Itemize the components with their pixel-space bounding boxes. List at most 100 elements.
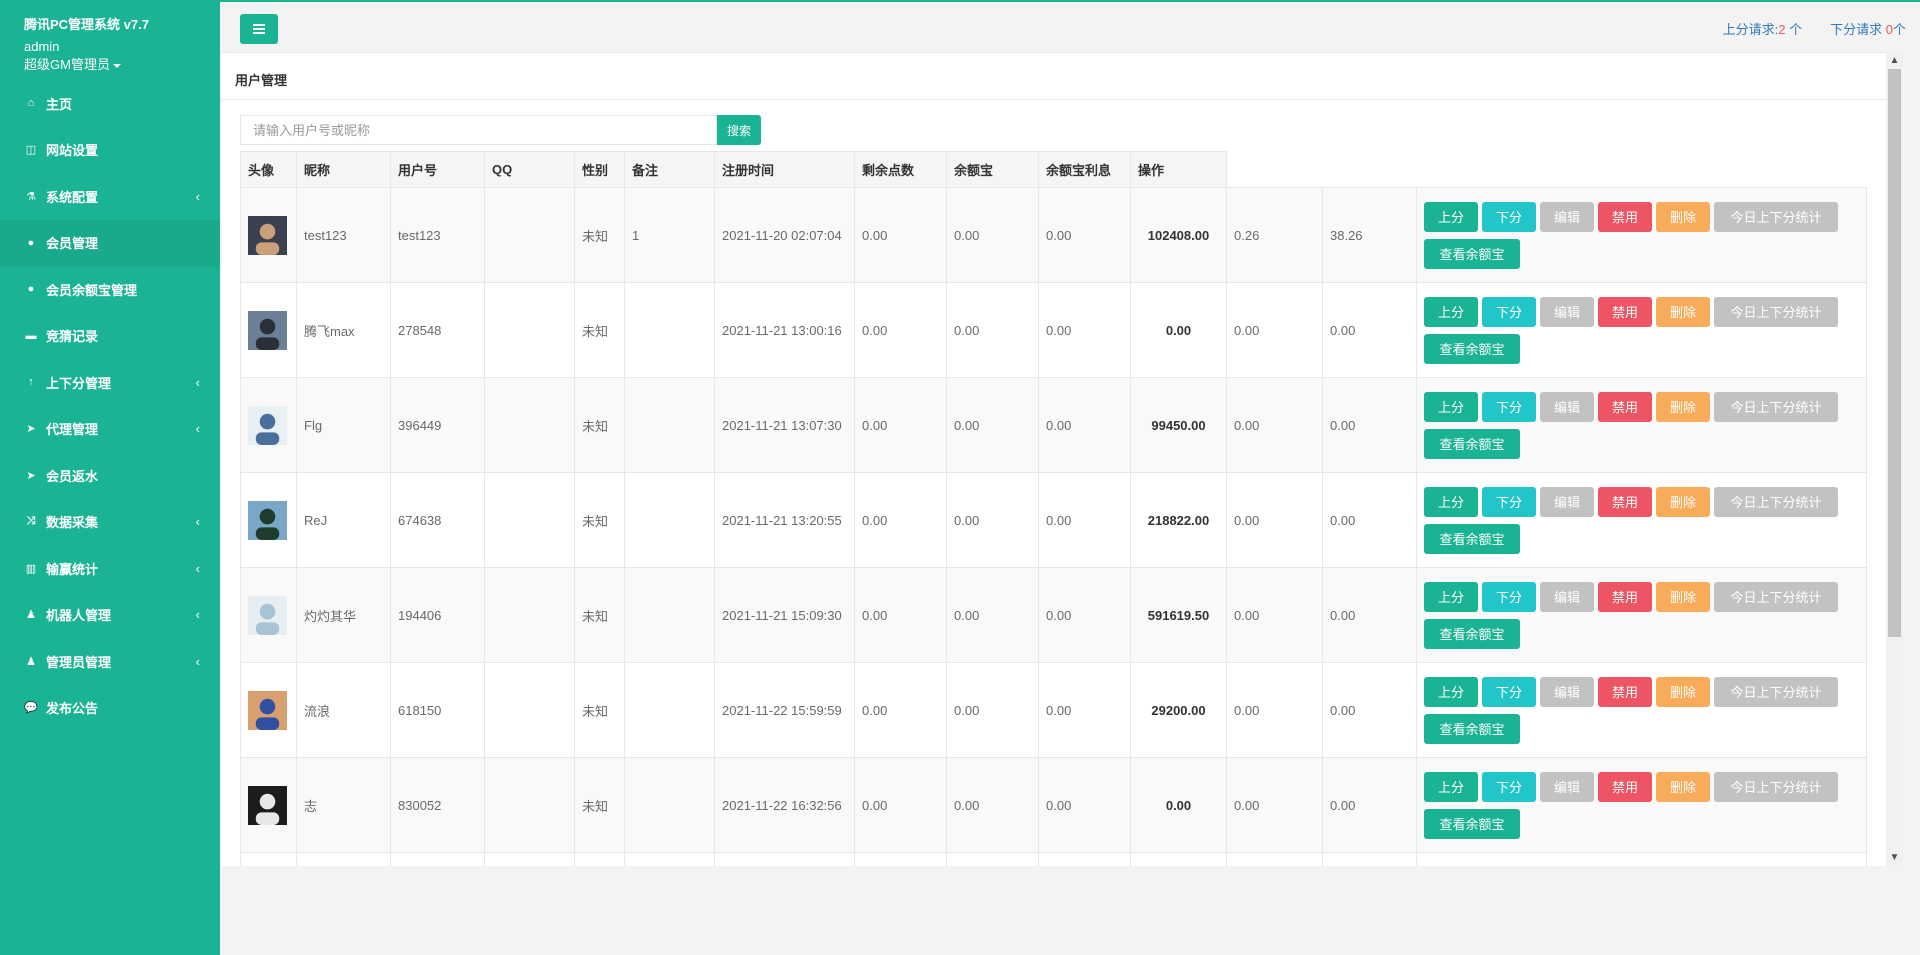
sidebar-item-5[interactable]: ▬ 竞猜记录 bbox=[0, 313, 220, 360]
ban-button[interactable]: 禁用 bbox=[1598, 676, 1652, 707]
down-score-button[interactable]: 下分 bbox=[1482, 201, 1536, 232]
scroll-down-icon[interactable]: ▼ bbox=[1886, 849, 1903, 866]
cell-actions: 上分下分编辑禁用删除今日上下分统计查看余额宝 bbox=[1416, 472, 1867, 568]
down-score-button[interactable]: 下分 bbox=[1482, 391, 1536, 422]
today-stats-button[interactable]: 今日上下分统计 bbox=[1714, 391, 1838, 422]
today-stats-button[interactable]: 今日上下分统计 bbox=[1714, 296, 1838, 327]
cell-note bbox=[624, 377, 715, 473]
delete-button[interactable]: 删除 bbox=[1656, 676, 1710, 707]
table-row: 上分下分编辑禁用删除今日上下分统计查看余额宝 bbox=[240, 852, 1867, 866]
view-balance-button[interactable]: 查看余额宝 bbox=[1424, 618, 1520, 649]
edit-button[interactable]: 编辑 bbox=[1540, 581, 1594, 612]
cell-points: 0.00 bbox=[854, 757, 947, 853]
up-score-button[interactable]: 上分 bbox=[1424, 581, 1478, 612]
cell-qq bbox=[484, 472, 575, 568]
sidebar-item-9[interactable]: ⤨ 数据采集 ‹ bbox=[0, 499, 220, 546]
down-score-button[interactable]: 下分 bbox=[1482, 581, 1536, 612]
cell-qq bbox=[484, 852, 575, 866]
sidebar-item-3[interactable]: ● 会员管理 bbox=[0, 219, 220, 266]
scroll-up-icon[interactable]: ▲ bbox=[1886, 52, 1903, 69]
topbar: 上分请求:2 个 下分请求 0个 bbox=[220, 0, 1920, 50]
edit-button[interactable]: 编辑 bbox=[1540, 296, 1594, 327]
up-score-button[interactable]: 上分 bbox=[1424, 771, 1478, 802]
today-stats-button[interactable]: 今日上下分统计 bbox=[1714, 771, 1838, 802]
delete-button[interactable]: 删除 bbox=[1656, 201, 1710, 232]
edit-button[interactable]: 编辑 bbox=[1540, 486, 1594, 517]
cell-actions: 上分下分编辑禁用删除今日上下分统计查看余额宝 bbox=[1416, 757, 1867, 853]
table-row: Flg 396449 未知 2021-11-21 13:07:30 0.00 0.00 0.… bbox=[240, 377, 1867, 473]
down-score-button[interactable]: 下分 bbox=[1482, 771, 1536, 802]
edit-button[interactable]: 编辑 bbox=[1540, 391, 1594, 422]
down-score-button[interactable]: 下分 bbox=[1482, 296, 1536, 327]
search-input[interactable] bbox=[240, 115, 717, 145]
up-score-button[interactable]: 上分 bbox=[1424, 201, 1478, 232]
down-score-button[interactable]: 下分 bbox=[1482, 676, 1536, 707]
sidebar-item-7[interactable]: ➤ 代理管理 ‹ bbox=[0, 406, 220, 453]
vertical-scrollbar[interactable]: ▲ ▼ bbox=[1886, 52, 1903, 866]
today-stats-button[interactable]: 今日上下分统计 bbox=[1714, 201, 1838, 232]
delete-button[interactable]: 删除 bbox=[1656, 486, 1710, 517]
home-icon: ⌂ bbox=[27, 97, 35, 110]
today-stats-button[interactable]: 今日上下分统计 bbox=[1714, 581, 1838, 612]
up-request-link[interactable]: 上分请求:2 个 bbox=[1723, 19, 1802, 38]
cell-c1: 102408.00 bbox=[1130, 187, 1227, 283]
ban-button[interactable]: 禁用 bbox=[1598, 581, 1652, 612]
view-balance-button[interactable]: 查看余额宝 bbox=[1424, 333, 1520, 364]
sidebar-item-12[interactable]: ♟ 管理员管理 ‹ bbox=[0, 638, 220, 685]
sidebar-item-label: 代理管理 bbox=[46, 422, 99, 438]
cell-yeb bbox=[946, 852, 1039, 866]
sidebar-item-8[interactable]: ➤ 会员返水 bbox=[0, 452, 220, 499]
role-dropdown[interactable]: 超级GM管理员 bbox=[24, 56, 196, 74]
chevron-left-icon: ‹ bbox=[195, 188, 200, 204]
today-stats-button[interactable]: 今日上下分统计 bbox=[1714, 486, 1838, 517]
ban-button[interactable]: 禁用 bbox=[1598, 296, 1652, 327]
cell-interest: 0.00 bbox=[1038, 187, 1131, 283]
sidebar-item-0[interactable]: ⌂ 主页 bbox=[0, 80, 220, 127]
view-balance-button[interactable]: 查看余额宝 bbox=[1424, 428, 1520, 459]
cell-interest: 0.00 bbox=[1038, 662, 1131, 758]
ban-button[interactable]: 禁用 bbox=[1598, 771, 1652, 802]
up-score-button[interactable]: 上分 bbox=[1424, 296, 1478, 327]
sidebar-item-10[interactable]: ▥ 输赢统计 ‹ bbox=[0, 545, 220, 592]
user-icon: ● bbox=[27, 236, 35, 249]
delete-button[interactable]: 删除 bbox=[1656, 581, 1710, 612]
sidebar-item-13[interactable]: 💬 发布公告 bbox=[0, 685, 220, 732]
cell-c1: 591619.50 bbox=[1130, 567, 1227, 663]
ban-button[interactable]: 禁用 bbox=[1598, 201, 1652, 232]
view-balance-button[interactable]: 查看余额宝 bbox=[1424, 523, 1520, 554]
up-score-button[interactable]: 上分 bbox=[1424, 391, 1478, 422]
table-row: test123 test123 未知 1 2021-11-20 02:07:04 0.00… bbox=[240, 187, 1867, 283]
sidebar-item-4[interactable]: ● 会员余额宝管理 bbox=[0, 266, 220, 313]
sidebar-item-6[interactable]: ↑ 上下分管理 ‹ bbox=[0, 359, 220, 406]
view-balance-button[interactable]: 查看余额宝 bbox=[1424, 238, 1520, 269]
delete-button[interactable]: 删除 bbox=[1656, 771, 1710, 802]
sidebar-item-1[interactable]: ◫ 网站设置 bbox=[0, 127, 220, 174]
ban-button[interactable]: 禁用 bbox=[1598, 391, 1652, 422]
view-balance-button[interactable]: 查看余额宝 bbox=[1424, 808, 1520, 839]
up-score-button[interactable]: 上分 bbox=[1424, 486, 1478, 517]
ban-button[interactable]: 禁用 bbox=[1598, 486, 1652, 517]
today-stats-button[interactable]: 今日上下分统计 bbox=[1714, 676, 1838, 707]
edit-button[interactable]: 编辑 bbox=[1540, 201, 1594, 232]
user-table-wrap: 头像 昵称 用户号 QQ 性别 备注 注册时间 剩余点数 余额宝 余额宝利息 操作 test123 t… bbox=[240, 151, 1867, 866]
view-balance-button[interactable]: 查看余额宝 bbox=[1424, 713, 1520, 744]
cell-c2: 0.00 bbox=[1226, 472, 1323, 568]
delete-button[interactable]: 删除 bbox=[1656, 296, 1710, 327]
edit-button[interactable]: 编辑 bbox=[1540, 771, 1594, 802]
up-score-button[interactable]: 上分 bbox=[1424, 676, 1478, 707]
menu-toggle-button[interactable] bbox=[240, 14, 278, 44]
search-button[interactable]: 搜索 bbox=[717, 115, 761, 145]
delete-button[interactable]: 删除 bbox=[1656, 391, 1710, 422]
down-score-button[interactable]: 下分 bbox=[1482, 486, 1536, 517]
cell-c1 bbox=[1130, 852, 1227, 866]
paper-plane-icon: ➤ bbox=[26, 469, 36, 482]
down-request-link[interactable]: 下分请求 0个 bbox=[1830, 19, 1906, 38]
sidebar-item-11[interactable]: ♟ 机器人管理 ‹ bbox=[0, 592, 220, 639]
page-title: 用户管理 bbox=[222, 53, 1886, 100]
scrollbar-thumb[interactable] bbox=[1888, 69, 1901, 637]
cell-points: 0.00 bbox=[854, 282, 947, 378]
cell-qq bbox=[484, 282, 575, 378]
edit-button[interactable]: 编辑 bbox=[1540, 676, 1594, 707]
sidebar-item-2[interactable]: ⚗ 系统配置 ‹ bbox=[0, 173, 220, 220]
cell-c2: 0.00 bbox=[1226, 377, 1323, 473]
